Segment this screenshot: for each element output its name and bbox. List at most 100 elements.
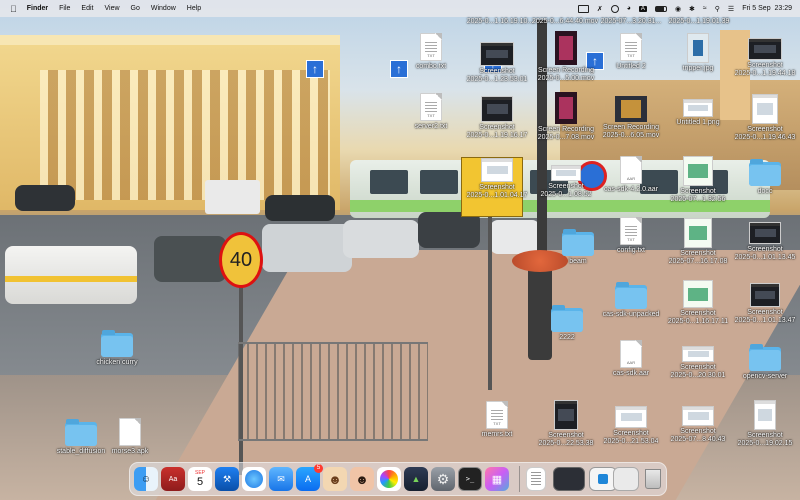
desktop-icon-screenshot-2[interactable]: Screenshot 2025-0...1.19.44.18 xyxy=(730,38,800,78)
desktop-icon-screenshot-4[interactable]: Screenshot 2025-0...1.19.46.43 xyxy=(730,94,800,142)
folder-icon xyxy=(562,229,594,256)
desktop-icon-2222[interactable]: 2222 xyxy=(532,305,602,342)
control-center-icon[interactable]: ☰ xyxy=(728,5,734,13)
desktop-icon-chicken-curry[interactable]: chicken curry xyxy=(82,330,152,367)
bluetooth-icon[interactable]: ✱ xyxy=(689,5,695,13)
control-strip-icon[interactable]: ◕ xyxy=(627,5,631,12)
dock-launchpad-icon[interactable]: ▦ xyxy=(485,467,509,491)
desktop-icon-label: config.txt xyxy=(616,247,645,254)
desktop-icon-screenshot-6[interactable]: Screenshot 2025-0...1.08.52 xyxy=(531,165,601,199)
dock-recent-document-icon[interactable] xyxy=(526,467,546,491)
search-icon[interactable]: ⚲ xyxy=(715,5,720,13)
desktop-icon-untitled-2[interactable]: TXT Untitled 2 xyxy=(596,33,666,71)
menu-bar-clock[interactable]: Fri 5 Sep 23:29 xyxy=(742,5,792,12)
desktop-icon-cas-sdk-aar[interactable]: AAR cas-sdk.aar xyxy=(596,340,666,378)
wechat-icon[interactable]: ◉ xyxy=(675,5,681,13)
menu-edit[interactable]: Edit xyxy=(81,5,93,12)
desktop-icon-label: Screenshot 2025-07...16.17.08 xyxy=(668,250,728,265)
wallpaper-tram-window xyxy=(370,170,408,194)
desktop-icon-morse3-apk[interactable]: morse3.apk xyxy=(95,418,165,456)
menu-file[interactable]: File xyxy=(59,5,70,12)
desktop-icon-screenshot-9[interactable]: Screenshot 2025-0...1.01.13.45 xyxy=(730,222,800,262)
dock-recent-window-3-icon[interactable] xyxy=(613,467,639,491)
desktop-icon-screenshot-14[interactable]: Screenshot 2025-0...21.53.04 xyxy=(596,406,666,446)
vscode-badge-icon xyxy=(598,474,608,484)
dock-memoji-icon[interactable]: ☻ xyxy=(323,467,347,491)
dock-calendar-icon[interactable]: SEP 5 xyxy=(188,467,212,491)
memoji-face-icon: ☻ xyxy=(355,471,369,487)
menu-app-name[interactable]: Finder xyxy=(27,5,48,12)
battery-icon[interactable] xyxy=(654,5,667,12)
desktop-icon-screenshot-15[interactable]: Screenshot 2025-07...8.40.43 xyxy=(663,406,733,444)
dock-app-store-icon[interactable]: A 5 xyxy=(296,464,323,491)
desktop-icon-screenshot-12[interactable]: Screenshot 2025-0...20.30.01 xyxy=(663,346,733,380)
desktop-icon-config-txt[interactable]: TXT config.txt xyxy=(596,217,666,255)
desktop-top-label-3[interactable]: 2025-07...3.20.31... xyxy=(596,16,666,26)
screen-mirroring-icon[interactable] xyxy=(577,4,589,13)
dock-system-settings-icon[interactable]: ⚙ xyxy=(431,467,455,491)
desktop-icon-screenshot-8[interactable]: Screenshot 2025-07...16.17.08 xyxy=(663,218,733,266)
desktop-icon-docc[interactable]: docc xyxy=(730,159,800,196)
calendar-day: 5 xyxy=(196,476,204,488)
menu-go[interactable]: Go xyxy=(131,5,140,12)
screenshot-thumbnail-icon xyxy=(480,42,514,66)
desktop-icon-label: Screen Recording 2025-0...5.00.mov xyxy=(537,67,595,82)
desktop-icon-screenshot-5[interactable]: Screenshot 2025-0...1.01.04.17 xyxy=(462,158,532,200)
screenshot-thumbnail-icon xyxy=(682,406,714,426)
desktop-icon-tripper-jpg[interactable]: tripper.jpg xyxy=(663,33,733,73)
dock-photos-icon[interactable] xyxy=(377,467,401,491)
text-document-icon: TXT xyxy=(420,33,442,61)
dock-memoji-2-icon[interactable]: ☻ xyxy=(350,467,374,491)
archive-document-icon: AAR xyxy=(620,340,642,368)
desktop-icon-screenshot-7[interactable]: Screenshot 2025-07...1.32.56 xyxy=(663,156,733,204)
desktop-top-label-2[interactable]: 2025-0...6.44.40.mov xyxy=(530,16,600,26)
menu-view[interactable]: View xyxy=(104,5,119,12)
dock-trash-icon[interactable] xyxy=(641,467,665,491)
desktop-icon-opencv-server[interactable]: opencv-server xyxy=(730,344,800,381)
desktop-icon-label: Screenshot 2025-0...21.53.04 xyxy=(603,430,659,445)
desktop-icon-screenshot-13[interactable]: Screenshot 2025-0...22.53.38 xyxy=(531,400,601,448)
desktop-icon-screenshot-11[interactable]: Screenshot 2025-0...1.01.13.47 xyxy=(730,283,800,325)
screenshot-thumbnail-icon xyxy=(750,283,780,307)
input-source-icon[interactable]: A xyxy=(638,5,647,12)
menu-window[interactable]: Window xyxy=(151,5,176,12)
desktop-icon-screenshot-16[interactable]: Screenshot 2025-0...19.02.15 xyxy=(730,400,800,448)
wallpaper-building-roof xyxy=(0,35,340,45)
desktop-icon-cas-sdk-unpacked[interactable]: cas-sdk-unpacked xyxy=(596,282,666,319)
dock-xcode-icon[interactable]: ⚒ xyxy=(215,467,239,491)
desktop-icon-screen-recording-2[interactable]: Screen Recording 2025-0...7.08.mov xyxy=(531,92,601,142)
dock-recent-window-1-icon[interactable] xyxy=(553,467,585,491)
desktop-icon-combo-txt[interactable]: TXT combo.txt xyxy=(396,33,466,71)
document-icon xyxy=(119,418,141,446)
desktop-icon-screen-recording-3[interactable]: Screen Recording 2025-0...6.05.mov xyxy=(596,96,666,140)
folder-icon xyxy=(101,330,133,357)
menu-bar:  Finder File Edit View Go Window Help ✗… xyxy=(0,0,800,17)
desktop-icon-label: Screenshot 2025-0...1.19.44.18 xyxy=(734,62,796,77)
desktop-icon-memrs-txt[interactable]: TXT memrs.txt xyxy=(462,401,532,439)
play-icon[interactable] xyxy=(610,4,619,13)
desktop-icon-server2-txt[interactable]: TXT server2.txt xyxy=(396,93,466,131)
dock-finder-icon[interactable]: ☺ xyxy=(134,467,158,491)
desktop-icon-screenshot-3[interactable]: Screenshot 2025-0...1.19.16.17 xyxy=(462,96,532,140)
wifi-icon[interactable]: ≈ xyxy=(703,5,707,12)
menu-help[interactable]: Help xyxy=(187,5,201,12)
desktop-icon-screenshot-1[interactable]: Screenshot 2025-0...1.23.53.01 xyxy=(462,42,532,84)
desktop-top-label-4[interactable]: 2025-0...1.19.01.39 xyxy=(664,16,734,26)
desktop-icon-untitled-1-png[interactable]: Untitled 1.png xyxy=(663,99,733,127)
desktop-top-label-1[interactable]: 2025-0...1.16.19.10... xyxy=(465,16,535,26)
dock-android-studio-icon[interactable]: ▲ xyxy=(404,467,428,491)
desktop-icon-label: Screenshot 2025-0...1.01.04.17 xyxy=(466,184,528,199)
desktop-icon-screen-recording-1[interactable]: Screen Recording 2025-0...5.00.mov xyxy=(531,31,601,83)
dock-safari-icon[interactable] xyxy=(242,467,266,491)
muted-icon[interactable]: ✗ xyxy=(597,5,603,13)
desktop-icon-cas-sdk-4-2-0-aar[interactable]: AAR cas-sdk-4.2.0.aar xyxy=(596,156,666,194)
file-type-tag: AAR xyxy=(626,176,636,181)
desktop-icon-screenshot-10[interactable]: Screenshot 2025-0...1.16.17.11 xyxy=(663,280,733,326)
screenshot-thumbnail-icon xyxy=(749,222,781,244)
dock-dictionary-icon[interactable]: Aa xyxy=(161,467,185,491)
dock-mail-icon[interactable]: ✉ xyxy=(269,467,293,491)
dock-terminal-icon[interactable]: >_ xyxy=(458,467,482,491)
apple-menu-icon[interactable]:  xyxy=(10,4,17,14)
wallpaper-building-columns xyxy=(40,70,330,200)
wallpaper-car xyxy=(154,236,226,282)
